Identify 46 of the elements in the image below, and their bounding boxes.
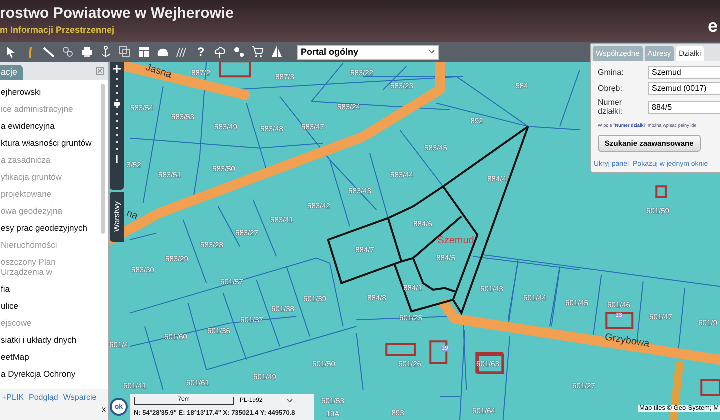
sailboat-icon[interactable] [270,45,284,59]
logo-letter: e [708,16,718,37]
layers-tab[interactable]: Warstwy [110,192,124,242]
zoom-handle[interactable] [114,102,120,106]
zoom-slider[interactable] [110,62,124,190]
layer-item[interactable]: fia [0,281,108,298]
input-field[interactable]: 884/5 [648,100,720,114]
layer-item[interactable]: ejherowski [0,84,108,101]
cart-icon[interactable] [251,45,265,59]
cloud-upload-icon[interactable] [213,45,227,59]
street-name: Grzybowa [604,332,650,350]
layer-item[interactable]: a Dyrekcja Ochrony [0,366,108,383]
field-label: Gmina: [598,68,625,77]
caret-icon [286,399,293,404]
layer-item[interactable]: ktura własności gruntów [0,135,108,152]
hatch-icon[interactable] [175,45,189,59]
layer-item[interactable]: ulice [0,298,108,315]
scrollbar[interactable] [101,84,105,234]
anchor-icon[interactable] [99,45,113,59]
layout-icon[interactable] [137,45,151,59]
portal-dropdown[interactable]: Portal ogólny [297,44,439,60]
footer-link[interactable]: Wsparcie [63,393,97,402]
layer-item[interactable]: eetMap [0,349,108,366]
footer-link[interactable]: Podgląd [29,393,58,402]
copy-icon[interactable] [118,45,132,59]
layer-item[interactable]: a ewidencyjna [0,118,108,135]
panel-tab[interactable]: acje [0,65,23,80]
site-title: rostwo Powiatowe w Wejherowie [0,4,234,24]
link-icon[interactable] [61,45,75,59]
printer-icon[interactable] [80,45,94,59]
field-label: Numer działki: [598,98,624,116]
street-name: na [125,208,140,222]
layer-item[interactable]: siatki i układy dnych [0,332,108,349]
input-field[interactable]: Szemud (0017) [648,82,720,95]
field-label: Obręb: [598,84,624,93]
zoom-in-icon[interactable] [113,65,121,73]
help-button[interactable]: ? [194,45,208,59]
footer-link[interactable]: +PLIK [2,393,24,402]
input-field[interactable]: Szemud [648,66,720,79]
site-subtitle: m Informacji Przestrzennej [0,24,115,36]
street-name: Jasna [144,62,174,81]
municipality-name: Szemud [438,236,474,246]
caret-icon [429,50,435,54]
layer-item[interactable]: esy prac geodezyjnych [0,220,108,237]
zoom-out-icon[interactable] [113,155,121,163]
close-button[interactable]: x [102,405,106,414]
